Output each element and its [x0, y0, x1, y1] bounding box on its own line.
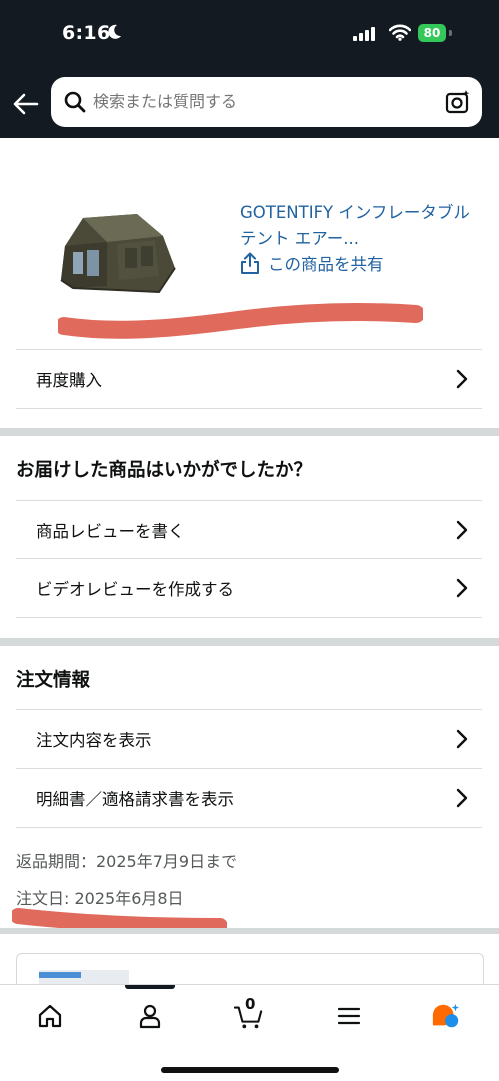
share-icon — [241, 252, 259, 274]
search-input[interactable] — [93, 77, 433, 127]
back-arrow-icon — [13, 93, 39, 115]
status-bar: 6:16 80 — [0, 0, 499, 66]
buy-again-label: 再度購入 — [36, 371, 102, 390]
tab-menu[interactable] — [334, 1001, 364, 1031]
view-invoice-row[interactable]: 明細書／適格請求書を表示 — [16, 768, 482, 828]
section-divider — [0, 928, 499, 934]
cart-count: 0 — [245, 995, 256, 1013]
write-review-label: 商品レビューを書く — [36, 521, 185, 541]
tab-rufus[interactable] — [431, 1001, 461, 1031]
write-review-row[interactable]: 商品レビューを書く — [16, 500, 482, 558]
camera-icon[interactable] — [445, 89, 471, 119]
thumbnail-banner — [39, 972, 81, 978]
chevron-right-icon — [456, 788, 468, 812]
rufus-icon — [432, 1003, 460, 1028]
section-divider — [0, 638, 499, 646]
home-icon — [38, 1004, 62, 1028]
cell-signal-icon — [353, 26, 377, 45]
product-title-link[interactable]: GOTENTIFY インフレータブルテント エアー... — [240, 200, 480, 252]
search-icon — [63, 90, 87, 118]
tab-cart[interactable]: 0 — [234, 995, 264, 1031]
view-invoice-label: 明細書／適格請求書を表示 — [36, 790, 234, 809]
share-label: この商品を共有 — [268, 255, 384, 274]
search-bar[interactable] — [51, 77, 482, 127]
home-indicator — [161, 1067, 339, 1073]
chevron-right-icon — [456, 520, 468, 544]
app-header: 6:16 80 — [0, 0, 499, 138]
review-section-title: お届けした商品はいかがでしたか？ — [16, 460, 313, 481]
status-time: 6:16 — [62, 22, 111, 44]
wifi-icon — [388, 24, 412, 45]
menu-icon — [337, 1007, 361, 1025]
focus-moon-icon — [108, 24, 122, 44]
bottom-tab-bar: 0 — [0, 984, 499, 1081]
order-section-title: 注文情報 — [16, 670, 91, 691]
view-order-label: 注文内容を表示 — [36, 730, 152, 750]
battery-indicator: 80 — [418, 24, 446, 42]
video-review-label: ビデオレビューを作成する — [36, 580, 234, 599]
active-tab-indicator — [125, 985, 175, 989]
view-order-row[interactable]: 注文内容を表示 — [16, 709, 482, 767]
share-product-button[interactable]: この商品を共有 — [240, 251, 384, 275]
battery-nub — [449, 30, 452, 36]
video-review-row[interactable]: ビデオレビューを作成する — [16, 558, 482, 618]
product-image[interactable] — [55, 206, 185, 302]
tab-home[interactable] — [35, 1001, 65, 1031]
back-button[interactable] — [10, 88, 42, 120]
return-period-text: 返品期間：2025年7月9日まで — [16, 852, 238, 871]
tab-account[interactable] — [135, 1001, 165, 1031]
chevron-right-icon — [456, 578, 468, 602]
chevron-right-icon — [456, 369, 468, 393]
buy-again-row[interactable]: 再度購入 — [16, 349, 482, 409]
redaction-mark — [58, 303, 423, 339]
section-divider — [0, 428, 499, 436]
chevron-right-icon — [456, 729, 468, 753]
account-icon — [139, 1004, 161, 1029]
